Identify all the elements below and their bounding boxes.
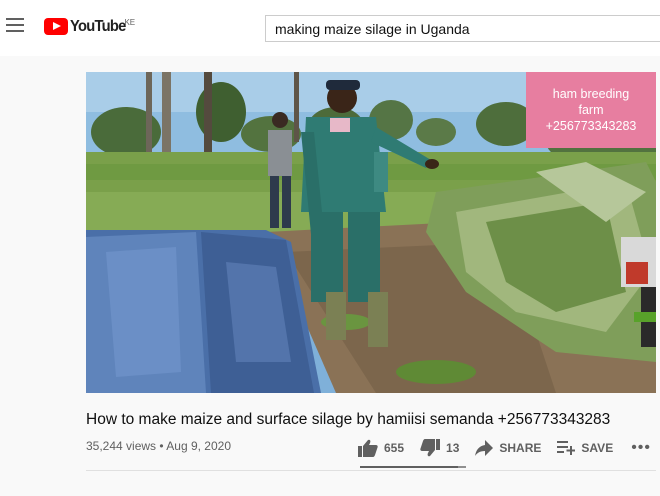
- video-actions: 655 13 SHARE SAVE •••: [358, 437, 651, 459]
- save-label: SAVE: [581, 441, 614, 455]
- logo-text: YouTube: [70, 18, 126, 35]
- like-button[interactable]: 655: [358, 439, 404, 457]
- youtube-logo-icon: [44, 18, 68, 35]
- sentiment-bar-like: [360, 466, 458, 468]
- video-overlay-contact: ham breeding farm +256773343283: [526, 72, 656, 148]
- meta-separator: •: [159, 439, 164, 453]
- youtube-logo[interactable]: YouTube KE: [44, 18, 141, 38]
- dislike-button[interactable]: 13: [420, 439, 459, 457]
- overlay-line-3: +256773343283: [545, 119, 637, 133]
- more-icon[interactable]: •••: [631, 439, 651, 457]
- video-title: How to make maize and surface silage by …: [86, 411, 611, 428]
- share-button[interactable]: SHARE: [475, 440, 541, 456]
- save-button[interactable]: SAVE: [557, 441, 613, 455]
- country-code: KE: [124, 18, 136, 27]
- search-input[interactable]: [266, 16, 660, 41]
- share-label: SHARE: [499, 441, 542, 455]
- divider: [86, 470, 656, 471]
- sentiment-bar: [360, 466, 466, 468]
- share-icon: [475, 440, 494, 456]
- thumb-down-icon: [420, 439, 441, 457]
- masthead: YouTube KE: [0, 0, 660, 56]
- video-player[interactable]: ham breeding farm +256773343283: [86, 72, 656, 393]
- thumb-up-icon: [358, 439, 378, 457]
- search-box[interactable]: [265, 15, 660, 42]
- add-to-playlist-icon: [557, 441, 576, 455]
- overlay-line-1: ham breeding: [552, 87, 630, 101]
- like-count: 655: [384, 441, 405, 455]
- view-count: 35,244 views: [86, 439, 157, 453]
- overlay-line-2: farm: [578, 103, 604, 117]
- menu-icon[interactable]: [6, 18, 24, 34]
- upload-date: Aug 9, 2020: [166, 439, 231, 453]
- dislike-count: 13: [446, 441, 460, 455]
- video-meta: 35,244 views • Aug 9, 2020: [86, 439, 231, 453]
